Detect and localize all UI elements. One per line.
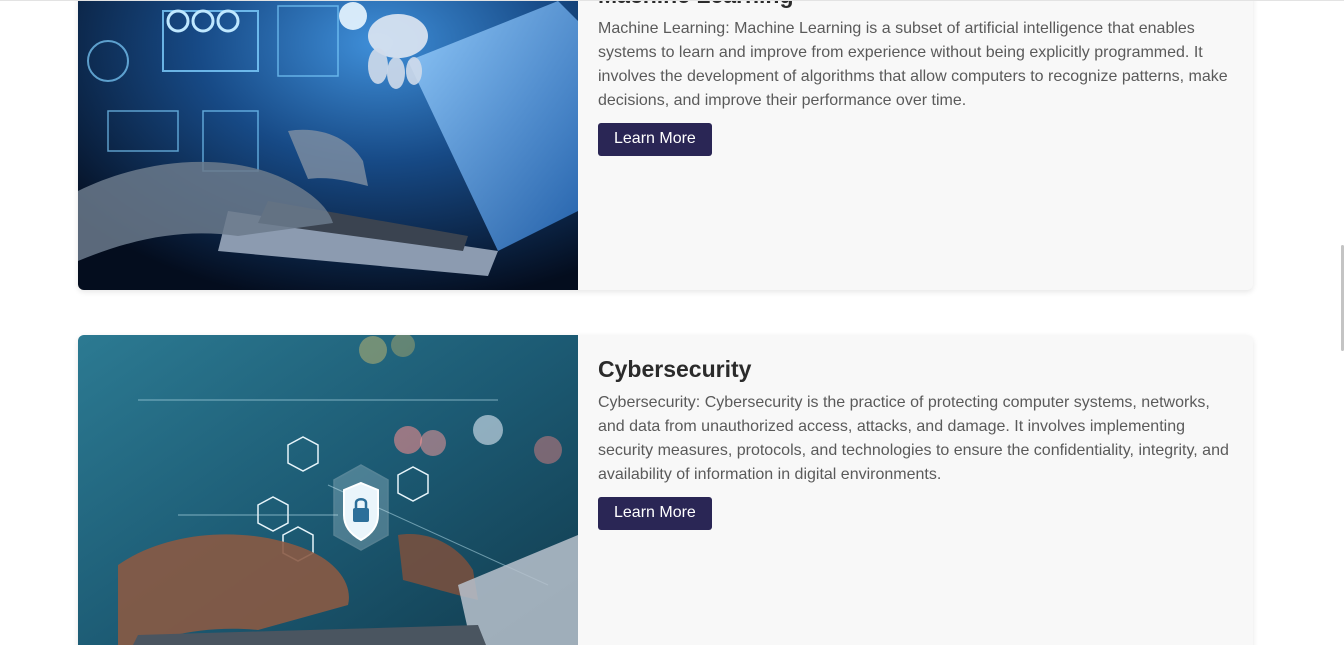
machine-learning-image: [78, 1, 578, 290]
scrollbar[interactable]: [1340, 1, 1344, 645]
machine-learning-card-body: Machine Learning Machine Learning: Machi…: [578, 1, 1253, 290]
service-card-machine-learning: Machine Learning Machine Learning: Machi…: [78, 1, 1253, 290]
learn-more-button[interactable]: Learn More: [598, 123, 712, 156]
service-card-cybersecurity: Cybersecurity Cybersecurity: Cybersecuri…: [78, 335, 1253, 645]
page-viewport: Machine Learning Machine Learning: Machi…: [0, 0, 1344, 645]
cybersecurity-card-body: Cybersecurity Cybersecurity: Cybersecuri…: [578, 335, 1253, 645]
card-description: Machine Learning: Machine Learning is a …: [598, 20, 1228, 109]
cybersecurity-image: [78, 335, 578, 645]
card-description: Cybersecurity: Cybersecurity is the prac…: [598, 394, 1229, 483]
learn-more-button[interactable]: Learn More: [598, 497, 712, 530]
card-title: Cybersecurity: [598, 356, 752, 382]
card-title: Machine Learning: [598, 1, 1238, 9]
